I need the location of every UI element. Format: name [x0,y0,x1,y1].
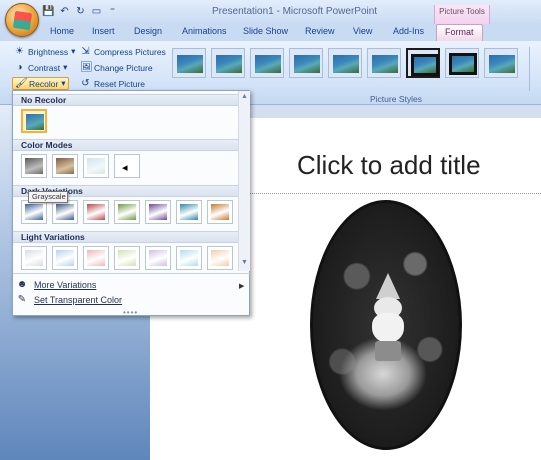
tab-review[interactable]: Review [305,26,335,36]
picture-gnome[interactable] [310,200,462,450]
light-variation-swatch[interactable] [145,246,171,270]
redo-icon[interactable]: ↻ [74,5,87,18]
recolor-menu: No Recolor Color Modes ◂ Dark Variations… [12,90,250,317]
tab-animations[interactable]: Animations [182,26,227,36]
grayscale-swatch[interactable] [21,154,47,178]
reset-picture-label: Reset Picture [94,78,146,89]
no-recolor-swatch[interactable] [21,109,47,133]
gallery-scrollbar[interactable] [529,47,539,91]
light-variation-swatch[interactable] [21,246,47,270]
picture-style-thumb[interactable] [172,48,206,78]
new-slide-icon[interactable]: ▭ [90,5,103,18]
brightness-button[interactable]: ☀ Brightness ▾ [14,46,75,57]
save-icon[interactable]: 💾 [42,5,55,18]
light-variation-swatch[interactable] [83,246,109,270]
menu-separator [13,273,250,274]
ribbon-tabs: Home Insert Design Animations Slide Show… [0,24,541,41]
office-button[interactable] [5,3,39,37]
scroll-down-icon[interactable]: ▼ [241,259,248,266]
compress-label: Compress Pictures [94,46,166,57]
contrast-button[interactable]: ◑ Contrast ▾ [14,62,67,73]
color-modes-row: ◂ [21,154,140,178]
picture-style-thumb[interactable] [445,48,479,78]
tab-insert[interactable]: Insert [92,26,115,36]
color-modes-header: Color Modes [13,139,238,151]
picture-style-thumb[interactable] [406,48,440,78]
washout-swatch[interactable] [83,154,109,178]
tab-design[interactable]: Design [134,26,162,36]
recolor-button[interactable]: 🖌 Recolor ▾ [12,77,69,90]
compress-icon: ⇲ [81,46,90,57]
more-variations-item[interactable]: ☻ More Variations [16,279,97,291]
dark-variation-swatch[interactable] [21,200,47,224]
tab-add-ins[interactable]: Add-Ins [393,26,424,36]
brightness-label: Brightness [28,46,69,57]
contrast-icon: ◑ [16,62,23,73]
dark-variation-swatch[interactable] [176,200,202,224]
light-variation-swatch[interactable] [114,246,140,270]
scroll-up-icon[interactable]: ▲ [241,93,248,100]
chevron-right-icon: ▶ [239,283,245,290]
compress-pictures-button[interactable]: ⇲ Compress Pictures [80,46,166,57]
chevron-down-icon: ▾ [61,78,66,88]
set-transparent-label: Set Transparent Color [34,295,123,305]
change-picture-icon: 🖼 [80,62,93,73]
picture-styles-group-label: Picture Styles [370,94,422,104]
black-and-white-swatch[interactable]: ◂ [114,154,140,178]
picture-style-thumb[interactable] [328,48,362,78]
gnome-figure [368,273,408,363]
customize-qat-icon[interactable]: ⁼ [106,5,119,18]
change-picture-label: Change Picture [94,62,153,73]
chevron-down-icon: ▾ [71,46,76,56]
light-variation-swatch[interactable] [207,246,233,270]
more-variations-label: More Variations [34,280,97,290]
recolor-label: Recolor [29,78,59,89]
dark-variation-swatch[interactable] [114,200,140,224]
reset-picture-icon: ↺ [81,78,90,89]
picture-tools-label: Picture Tools [434,5,490,24]
title-placeholder-text: Click to add title [297,150,481,180]
picture-style-thumb[interactable] [367,48,401,78]
sepia-swatch[interactable] [52,154,78,178]
light-variations-row [21,246,233,270]
brightness-icon: ☀ [15,46,24,57]
change-picture-button[interactable]: 🖼 Change Picture [80,62,153,73]
set-transparent-color-item[interactable]: ✎ Set Transparent Color [16,294,122,306]
undo-icon[interactable]: ↶ [58,5,71,18]
palette-icon: ☻ [16,279,28,290]
title-bar: 💾 ↶ ↻ ▭ ⁼ Presentation1 - Microsoft Powe… [0,0,541,24]
chevron-down-icon: ▾ [63,62,68,72]
light-variation-swatch[interactable] [52,246,78,270]
picture-styles-gallery [172,48,518,78]
dark-variation-swatch[interactable] [207,200,233,224]
reset-picture-button[interactable]: ↺ Reset Picture [80,78,145,89]
picture-style-thumb[interactable] [211,48,245,78]
resize-grip[interactable]: •••• [123,308,138,317]
tab-home[interactable]: Home [50,26,74,36]
dark-variation-swatch[interactable] [83,200,109,224]
window-title: Presentation1 - Microsoft PowerPoint [212,6,378,17]
picture-style-thumb[interactable] [289,48,323,78]
office-logo-icon [12,10,33,31]
recolor-menu-scrollbar[interactable]: ▲ ▼ [238,91,250,271]
picture-style-thumb[interactable] [250,48,284,78]
tab-format[interactable]: Format [436,24,483,41]
pen-icon: ✎ [17,294,27,305]
tab-slide-show[interactable]: Slide Show [243,26,288,36]
light-variations-header: Light Variations [13,231,238,243]
light-variation-swatch[interactable] [176,246,202,270]
quick-access-toolbar: 💾 ↶ ↻ ▭ ⁼ [42,5,119,18]
recolor-icon: 🖌 [15,78,28,89]
tab-view[interactable]: View [353,26,372,36]
no-recolor-header: No Recolor [13,94,238,106]
dark-variation-swatch[interactable] [145,200,171,224]
grayscale-tooltip: Grayscale [28,191,68,203]
contrast-label: Contrast [28,62,61,73]
picture-style-thumb[interactable] [484,48,518,78]
no-recolor-row [21,109,47,133]
dark-variation-swatch[interactable] [52,200,78,224]
dark-variations-row [21,200,233,224]
